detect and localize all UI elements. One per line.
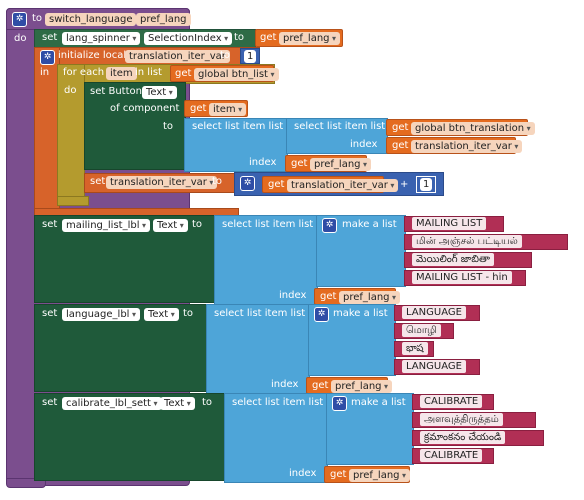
select-list-item-label: select list item list (222, 219, 314, 230)
to-label: to (234, 32, 245, 43)
to-label: to (192, 219, 203, 230)
iter-var-dropdown[interactable]: translation_iter_var (106, 176, 218, 189)
select-list-item-label: select list item list (294, 121, 386, 132)
gear-icon[interactable]: ✲ (40, 50, 55, 65)
pref-lang-dropdown[interactable]: pref_lang (279, 32, 341, 45)
text-string[interactable]: భాష (402, 342, 428, 355)
in-list-label: in list (135, 67, 162, 78)
make-a-list-label: make a list (333, 308, 388, 319)
dot-label: . (147, 219, 151, 230)
index-label: index (279, 290, 307, 301)
text-string[interactable]: மொழி (402, 324, 441, 337)
plus-label: + (400, 179, 409, 190)
pref-lang-dropdown[interactable]: pref_lang (310, 158, 372, 171)
procedure-name-field[interactable]: switch_language (45, 13, 137, 26)
for-each-footer (57, 196, 89, 206)
select-list-item-label: select list item list (232, 397, 324, 408)
get-label: get (260, 32, 277, 43)
procedure-param[interactable]: pref_lang (136, 13, 191, 26)
select-list-item-label: select list item list (214, 308, 306, 319)
proc-do-label: do (14, 33, 27, 44)
translation-iter-dropdown[interactable]: translation_iter_var (411, 140, 523, 153)
get-label: get (268, 179, 285, 190)
index-label: index (271, 379, 299, 390)
mailing-list-lbl-dropdown[interactable]: mailing_list_lbl (62, 219, 151, 232)
global-btn-list-dropdown[interactable]: global btn_list (194, 68, 279, 81)
to-label: to (202, 397, 213, 408)
get-label: get (320, 291, 337, 302)
get-label: get (392, 140, 409, 151)
to-label: to (212, 176, 223, 187)
set-label: set (42, 308, 58, 319)
text-prop-dropdown[interactable]: Text (142, 86, 177, 99)
pref-lang-dropdown[interactable]: pref_lang (349, 469, 411, 482)
text-string[interactable]: அளவுத்திருத்தம் (420, 413, 503, 426)
set-button-label: set Button. (90, 86, 146, 97)
get-label: get (190, 103, 207, 114)
global-btn-translation-dropdown[interactable]: global btn_translation (411, 122, 535, 135)
index-label: index (249, 157, 277, 168)
pref-lang-dropdown[interactable]: pref_lang (339, 291, 401, 304)
number-field[interactable]: 1 (244, 50, 257, 63)
initialize-local-label: initialize local (58, 50, 127, 61)
gear-icon[interactable]: ✲ (332, 396, 347, 411)
index-label: index (350, 139, 378, 150)
make-a-list-label: make a list (342, 219, 397, 230)
number-field[interactable]: 1 (420, 178, 433, 191)
set-label: set (90, 176, 106, 187)
get-label: get (312, 380, 329, 391)
text-prop-dropdown[interactable]: Text (144, 308, 179, 321)
selectionindex-dropdown[interactable]: SelectionIndex (144, 32, 233, 45)
get-label: get (392, 122, 409, 133)
text-string[interactable]: LANGUAGE (402, 306, 466, 319)
get-label: get (291, 158, 308, 169)
index-label: index (289, 468, 317, 479)
in-label: in (40, 67, 50, 78)
gear-icon[interactable]: ✲ (322, 218, 337, 233)
gear-icon[interactable]: ✲ (240, 176, 255, 191)
set-label: set (42, 32, 58, 43)
text-string[interactable]: CALIBRATE (420, 395, 483, 408)
to-label: to (183, 308, 194, 319)
gear-icon[interactable]: ✲ (314, 307, 329, 322)
dot-label: . (135, 32, 139, 43)
to-label: to (163, 121, 174, 132)
select-list-item-label: select list item list (192, 121, 284, 132)
set-label: set (42, 219, 58, 230)
for-each-label: for each (63, 67, 105, 78)
get-label: get (175, 68, 192, 79)
dot-label: . (152, 397, 156, 408)
language-lbl-dropdown[interactable]: language_lbl (62, 308, 141, 321)
text-string[interactable]: మెయిలింగ్ జాబితా (412, 253, 494, 266)
proc-to-label: to (32, 13, 43, 24)
calibrate-lbl-sett-dropdown[interactable]: calibrate_lbl_sett (62, 397, 162, 410)
text-string[interactable]: MAILING LIST (412, 217, 487, 230)
of-component-label: of component (110, 103, 180, 114)
text-string[interactable]: MAILING LIST - hin (412, 271, 512, 284)
text-prop-dropdown[interactable]: Text (160, 397, 195, 410)
to-label: to (220, 50, 231, 61)
text-prop-dropdown[interactable]: Text (153, 219, 188, 232)
text-string[interactable]: క్రమాంకనం చేయండి (420, 431, 506, 444)
do-label: do (64, 85, 77, 96)
set-label: set (42, 397, 58, 408)
pref-lang-dropdown[interactable]: pref_lang (331, 380, 393, 393)
lang-spinner-dropdown[interactable]: lang_spinner (62, 32, 141, 45)
get-label: get (330, 469, 347, 480)
item-dropdown[interactable]: item (209, 103, 247, 116)
translation-iter-dropdown[interactable]: translation_iter_var (287, 179, 399, 192)
gear-icon[interactable]: ✲ (12, 12, 27, 27)
local-var-name-field[interactable]: translation_iter_var (125, 50, 230, 63)
make-a-list-label: make a list (351, 397, 406, 408)
dot-label: . (136, 308, 140, 319)
item-var-field[interactable]: item (106, 67, 137, 80)
text-string[interactable]: மின் அஞ்சல் பட்டியல் (412, 235, 522, 248)
text-string[interactable]: CALIBRATE (420, 449, 483, 462)
text-string[interactable]: LANGUAGE (402, 360, 466, 373)
